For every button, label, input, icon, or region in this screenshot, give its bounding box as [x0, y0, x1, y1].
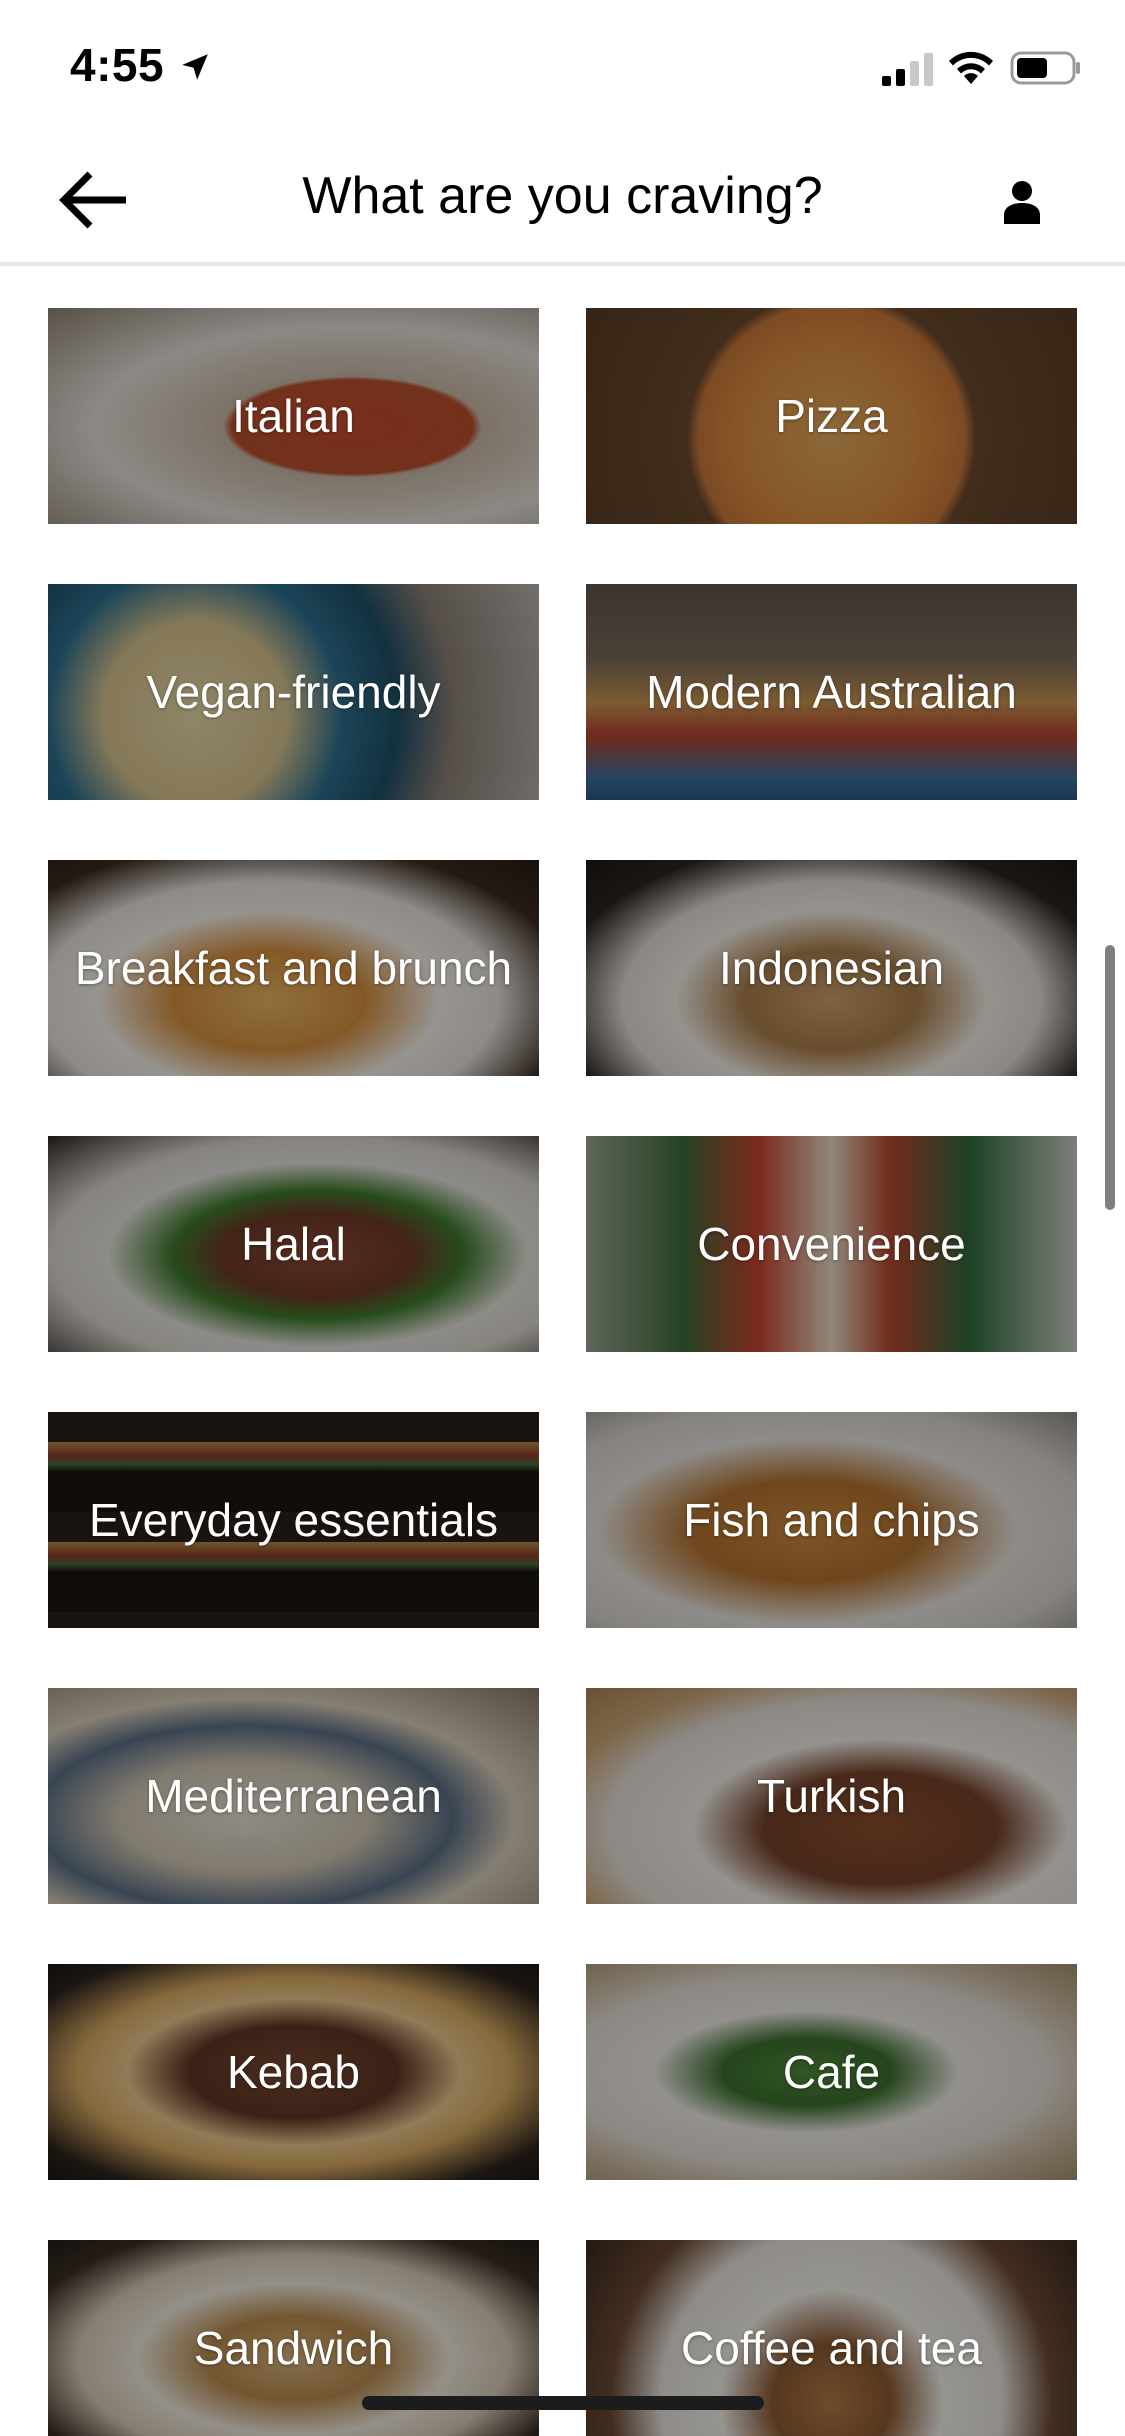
category-label: Indonesian — [718, 941, 945, 994]
category-label: Halal — [241, 1217, 346, 1270]
page-title: What are you craving? — [302, 167, 823, 225]
category-tile-fish-and-chips[interactable]: Fish and chips — [586, 1412, 1077, 1628]
status-time: 4:55 — [70, 39, 165, 91]
screen: 4:55 What are you craving? Italian Pizza… — [0, 0, 1125, 2436]
category-label: Kebab — [226, 2045, 360, 2098]
category-tile-cafe[interactable]: Cafe — [586, 1964, 1077, 2180]
category-label: Vegan-friendly — [146, 665, 441, 718]
category-tile-halal[interactable]: Halal — [48, 1136, 539, 1352]
category-label: Convenience — [697, 1217, 966, 1270]
person-icon[interactable] — [1002, 174, 1042, 230]
category-label: Everyday essentials — [88, 1493, 499, 1546]
category-label: Pizza — [775, 389, 888, 442]
category-label: Modern Australian — [646, 665, 1017, 718]
category-tile-indonesian[interactable]: Indonesian — [586, 860, 1077, 1076]
category-tile-breakfast-and-brunch[interactable]: Breakfast and brunch — [48, 860, 539, 1076]
category-tile-vegan-friendly[interactable]: Vegan-friendly — [48, 584, 539, 800]
header: What are you craving? — [0, 132, 1125, 266]
category-label: Turkish — [756, 1769, 907, 1822]
category-tile-convenience[interactable]: Convenience — [586, 1136, 1077, 1352]
cellular-signal-icon — [882, 53, 933, 86]
status-bar: 4:55 — [0, 0, 1125, 132]
category-label: Cafe — [782, 2045, 881, 2098]
wifi-icon — [949, 51, 993, 84]
category-label: Fish and chips — [683, 1493, 980, 1546]
battery-icon — [1010, 51, 1080, 85]
category-label: Mediterranean — [145, 1769, 442, 1822]
category-tile-everyday-essentials[interactable]: Everyday essentials — [48, 1412, 539, 1628]
home-indicator[interactable] — [362, 2396, 764, 2410]
category-tile-mediterranean[interactable]: Mediterranean — [48, 1688, 539, 1904]
category-tile-modern-australian[interactable]: Modern Australian — [586, 584, 1077, 800]
category-label: Breakfast and brunch — [74, 941, 513, 994]
category-tile-turkish[interactable]: Turkish — [586, 1688, 1077, 1904]
category-tile-pizza[interactable]: Pizza — [586, 308, 1077, 524]
category-tile-italian[interactable]: Italian — [48, 308, 539, 524]
location-arrow-icon — [182, 54, 208, 80]
category-label: Italian — [232, 389, 355, 442]
category-tile-kebab[interactable]: Kebab — [48, 1964, 539, 2180]
scrollbar[interactable] — [1105, 945, 1115, 1210]
